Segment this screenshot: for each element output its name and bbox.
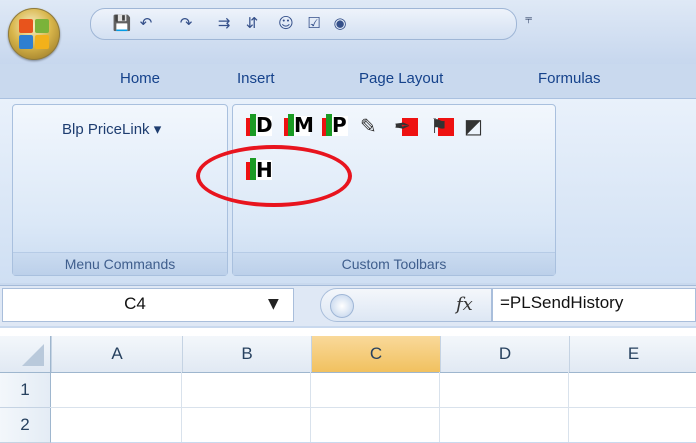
checkbox-icon[interactable]: ☑ — [304, 13, 324, 33]
graph-icon[interactable]: ◩ — [462, 112, 490, 140]
name-box-value: C4 — [124, 294, 146, 313]
gridline — [50, 407, 696, 408]
redo-icon[interactable]: ↷ — [176, 13, 196, 33]
column-header-c[interactable]: C — [311, 336, 440, 372]
qat-customize-icon[interactable]: ⫧ — [525, 12, 539, 34]
column-header-e[interactable]: E — [569, 336, 696, 372]
toolbar-m-button[interactable]: M — [284, 112, 314, 140]
row-header-1[interactable]: 1 — [0, 373, 51, 408]
toolbar-p-button[interactable]: P — [322, 112, 350, 140]
save-icon[interactable]: 💾 — [112, 13, 132, 33]
insert-row-icon[interactable]: ⇉ — [214, 13, 234, 33]
insert-function-button[interactable]: fx — [456, 294, 473, 315]
row-header-2[interactable]: 2 — [0, 408, 51, 443]
group-label: Menu Commands — [13, 252, 227, 275]
highlight-circle — [196, 145, 352, 207]
tab-insert[interactable]: Insert — [237, 70, 275, 92]
blp-pricelink-button[interactable]: Blp PriceLink ▾ — [62, 120, 161, 138]
brush-icon[interactable]: ✒ — [392, 112, 420, 140]
chevron-down-icon[interactable]: ▼ — [268, 296, 279, 312]
chart-icon[interactable]: ⚑ — [428, 112, 456, 140]
user-icon[interactable]: ☺ — [276, 13, 296, 33]
splitter-handle-icon[interactable] — [330, 294, 354, 318]
undo-icon[interactable]: ↶ — [136, 13, 156, 33]
formula-text: =PLSendHistory — [500, 293, 624, 312]
button-letter: P — [332, 113, 347, 137]
tab-page-layout[interactable]: Page Layout — [359, 70, 443, 92]
office-logo-icon — [19, 19, 49, 49]
button-label: Blp PriceLink — [62, 121, 150, 138]
group-label: Custom Toolbars — [233, 252, 555, 275]
toolbar-d-button[interactable]: D — [246, 112, 274, 140]
button-letter: M — [294, 113, 314, 137]
radio-icon[interactable]: ◉ — [330, 13, 350, 33]
column-header-b[interactable]: B — [182, 336, 311, 372]
chevron-down-icon: ▾ — [153, 121, 162, 138]
select-all-icon — [22, 344, 44, 366]
tab-home[interactable]: Home — [120, 70, 160, 92]
tab-formulas[interactable]: Formulas — [538, 70, 601, 92]
format-icon[interactable]: ⇵ — [242, 13, 262, 33]
column-header-d[interactable]: D — [440, 336, 569, 372]
pencil-icon[interactable]: ✎ — [358, 112, 386, 140]
column-header-a[interactable]: A — [51, 336, 182, 372]
button-letter: D — [256, 113, 273, 137]
